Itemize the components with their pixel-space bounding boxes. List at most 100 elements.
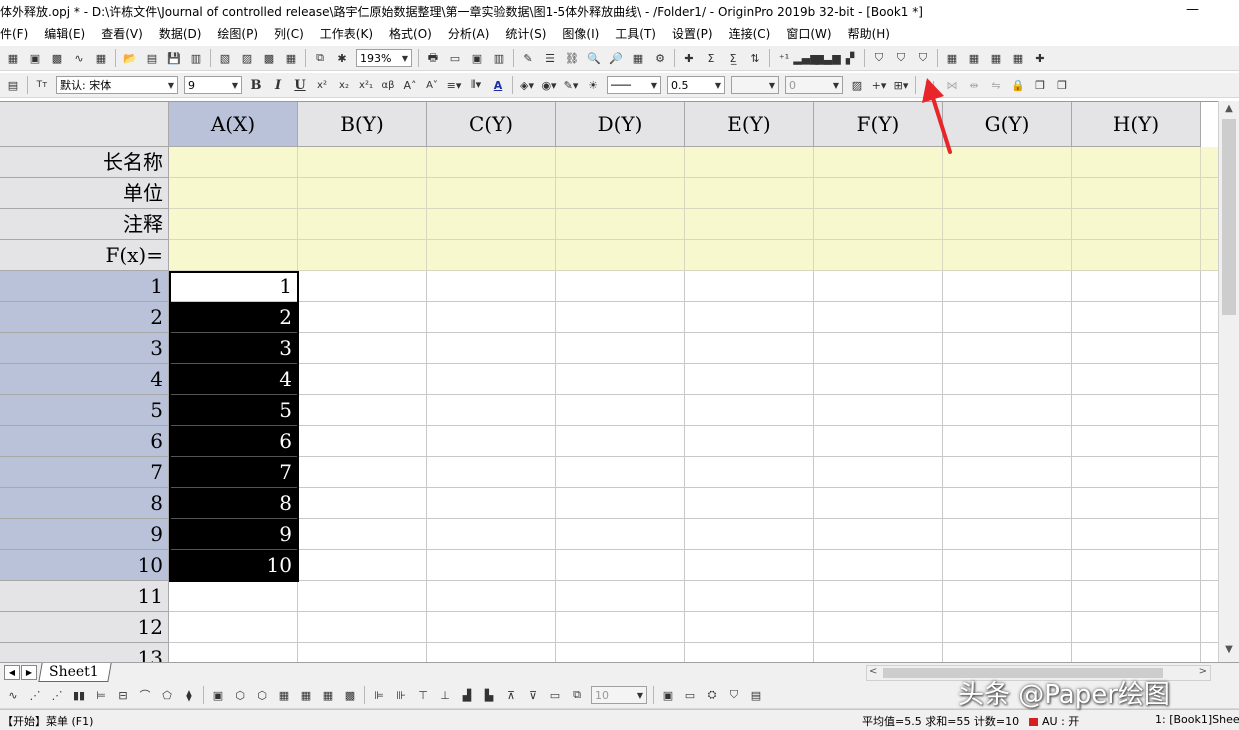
superscript-button[interactable]: x²	[313, 76, 331, 94]
data-cell[interactable]	[685, 426, 814, 457]
meta-cell[interactable]	[1072, 178, 1201, 209]
plus-cross-icon[interactable]: +▾	[870, 76, 888, 94]
forward-icon[interactable]: ⊼	[502, 686, 520, 704]
data-cell[interactable]	[298, 395, 427, 426]
project-explorer-icon[interactable]: 🔍	[585, 49, 603, 67]
new-matrix-icon[interactable]: ▦	[92, 49, 110, 67]
data-cell[interactable]	[169, 612, 298, 643]
fit-icon[interactable]: ⧉	[568, 686, 586, 704]
meta-row-label[interactable]: 长名称	[0, 147, 169, 178]
align-right-icon[interactable]: ⊪	[392, 686, 410, 704]
menu-item[interactable]: 列(C)	[264, 25, 310, 42]
menu-item[interactable]: 图像(I)	[552, 25, 605, 42]
data-cell[interactable]	[556, 612, 685, 643]
candlestick-icon[interactable]: ⧫	[180, 686, 198, 704]
import-multiple-icon[interactable]: ▩	[260, 49, 278, 67]
script-icon[interactable]: ▭	[681, 686, 699, 704]
row-header[interactable]: 2	[0, 302, 169, 333]
menu-item[interactable]: 数据(D)	[149, 25, 208, 42]
data-cell[interactable]	[814, 333, 943, 364]
remove-filter-icon[interactable]: ⛉	[892, 49, 910, 67]
data-cell[interactable]	[685, 364, 814, 395]
data-cell[interactable]	[1072, 519, 1201, 550]
data-cell[interactable]	[298, 550, 427, 581]
meta-cell[interactable]	[427, 209, 556, 240]
data-cell[interactable]	[169, 643, 298, 662]
data-cell[interactable]	[1072, 364, 1201, 395]
data-cell[interactable]	[685, 519, 814, 550]
layer-icon[interactable]: ▥	[490, 49, 508, 67]
meta-cell[interactable]	[169, 178, 298, 209]
data-cell[interactable]: 4	[169, 364, 298, 395]
meta-cell[interactable]	[685, 147, 814, 178]
brightness-icon[interactable]: ☀	[584, 76, 602, 94]
menu-item[interactable]: 格式(O)	[379, 25, 438, 42]
italic-button[interactable]: I	[269, 76, 287, 94]
row-header[interactable]: 1	[0, 271, 169, 302]
histogram-icon[interactable]: ▞	[841, 49, 859, 67]
filter-icon[interactable]: ⛉	[870, 49, 888, 67]
results-log-icon[interactable]: ✎	[519, 49, 537, 67]
menu-item[interactable]: 编辑(E)	[34, 25, 91, 42]
data-cell[interactable]	[556, 302, 685, 333]
code-builder-icon[interactable]: ⛓	[563, 49, 581, 67]
line-color-icon[interactable]: ✎▾	[562, 76, 580, 94]
data-cell[interactable]	[943, 271, 1072, 302]
data-cell[interactable]	[1072, 550, 1201, 581]
meta-cell[interactable]	[1201, 240, 1218, 271]
data-cell[interactable]	[298, 581, 427, 612]
import-icon[interactable]: ▧	[216, 49, 234, 67]
data-cell[interactable]	[685, 333, 814, 364]
meta-cell[interactable]	[298, 147, 427, 178]
row-header[interactable]: 9	[0, 519, 169, 550]
next-sheet-icon[interactable]: ▶	[21, 665, 37, 680]
data-cell[interactable]	[1201, 364, 1218, 395]
meta-cell[interactable]	[556, 147, 685, 178]
spline-icon[interactable]: ∿	[4, 686, 22, 704]
data-cell[interactable]	[427, 426, 556, 457]
statistics-column-icon[interactable]: Σ	[702, 49, 720, 67]
data-cell[interactable]	[427, 488, 556, 519]
scroll-left-icon[interactable]: <	[869, 666, 877, 677]
gray-box-icon[interactable]: ▩	[341, 686, 359, 704]
meta-cell[interactable]	[427, 147, 556, 178]
data-cell[interactable]	[427, 612, 556, 643]
meta-cell[interactable]	[556, 178, 685, 209]
refresh-icon[interactable]: ▣	[468, 49, 486, 67]
row-header[interactable]: 11	[0, 581, 169, 612]
data-cell[interactable]	[943, 426, 1072, 457]
row-header[interactable]: 3	[0, 333, 169, 364]
image-icon[interactable]: ▣	[659, 686, 677, 704]
data-cell[interactable]	[427, 302, 556, 333]
data-cell[interactable]	[943, 302, 1072, 333]
back-icon[interactable]: ▙	[480, 686, 498, 704]
open-icon[interactable]: 📂	[121, 49, 139, 67]
data-cell[interactable]	[685, 457, 814, 488]
data-cell[interactable]	[556, 426, 685, 457]
data-cell[interactable]	[556, 581, 685, 612]
print-icon[interactable]: 🖶	[424, 49, 442, 67]
data-cell[interactable]	[685, 488, 814, 519]
table-icon[interactable]: ⊞▾	[892, 76, 910, 94]
data-cell[interactable]	[685, 302, 814, 333]
meta-cell[interactable]	[943, 240, 1072, 271]
row-header[interactable]: 13	[0, 643, 169, 662]
zoom-in-icon[interactable]: 🔎	[607, 49, 625, 67]
lock-icon[interactable]: 🔒	[1009, 76, 1027, 94]
line-style-select[interactable]: ─── ▼	[607, 76, 661, 94]
color-select[interactable]: ▼	[731, 76, 779, 94]
data-cell[interactable]	[943, 395, 1072, 426]
meta-cell[interactable]	[685, 240, 814, 271]
align-top-icon[interactable]: ⊤	[414, 686, 432, 704]
data-cell[interactable]	[427, 457, 556, 488]
data-cell[interactable]	[1201, 550, 1218, 581]
subscript-button[interactable]: x₂	[335, 76, 353, 94]
bar-icon[interactable]: ▮▮	[70, 686, 88, 704]
data-cell[interactable]	[427, 550, 556, 581]
meta-row-label[interactable]: F(x)=	[0, 240, 169, 271]
font-color-icon[interactable]: A	[489, 76, 507, 94]
import-excel-icon[interactable]: ▦	[282, 49, 300, 67]
open-template-icon[interactable]: ▤	[143, 49, 161, 67]
hatch-icon[interactable]: ▨	[848, 76, 866, 94]
3d-bar-icon[interactable]: ⬡	[253, 686, 271, 704]
